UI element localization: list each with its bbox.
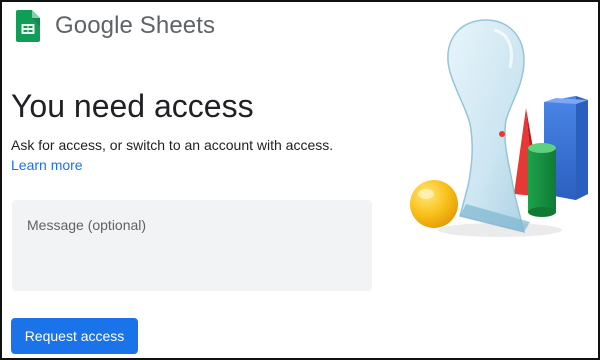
learn-more-link[interactable]: Learn more xyxy=(11,156,83,174)
brand-header: Google Sheets xyxy=(16,9,215,43)
sheets-logo-icon xyxy=(16,10,40,42)
message-field[interactable] xyxy=(12,200,372,291)
brand-name: Google Sheets xyxy=(55,12,216,39)
page-frame: Google Sheets You need access Ask for ac… xyxy=(0,0,600,360)
page-subtitle: Ask for access, or switch to an account … xyxy=(11,137,334,153)
request-access-button[interactable]: Request access xyxy=(11,318,138,354)
page-title: You need access xyxy=(11,88,254,124)
keyhole-illustration xyxy=(410,19,588,237)
